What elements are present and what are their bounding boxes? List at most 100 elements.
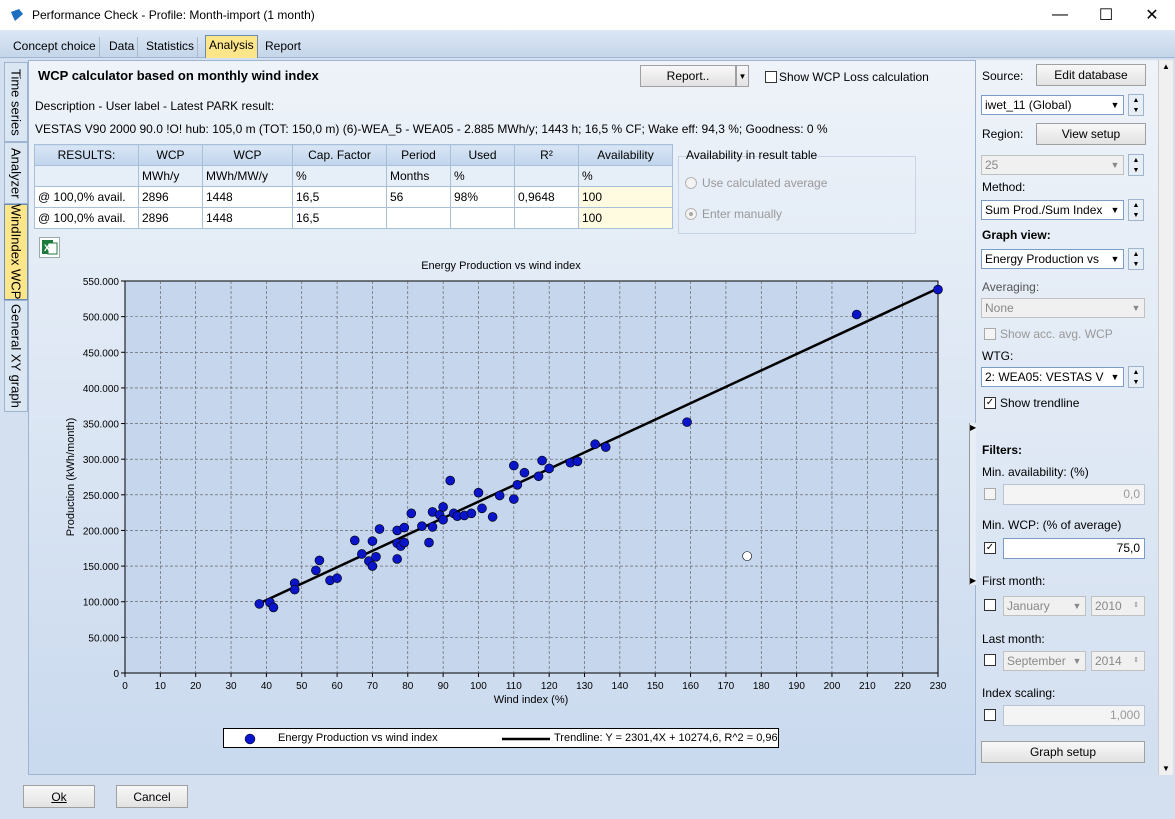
tab-concept-choice[interactable]: Concept choice <box>10 37 100 58</box>
x-tick-label: 80 <box>402 681 414 692</box>
side-tab-windindex-wcp[interactable]: WindIndex WCP <box>4 204 28 300</box>
last-month-select[interactable]: September ▼ <box>1003 651 1086 671</box>
averaging-select[interactable]: None ▼ <box>981 298 1145 318</box>
report-dropdown-arrow[interactable]: ▼ <box>736 65 749 87</box>
settings-panel: Source: Edit database iwet_11 (Global) ▼ … <box>976 60 1158 775</box>
ok-button[interactable]: Ok <box>23 785 95 808</box>
energy-vs-wind-index-chart: Energy Production vs wind index 0 10 20 30 4… <box>65 260 947 706</box>
index-scaling-label: Index scaling: <box>982 686 1056 700</box>
show-wcp-loss-checkbox[interactable] <box>765 71 777 83</box>
show-acc-avg-checkbox[interactable] <box>984 328 996 340</box>
side-tab-time-series[interactable]: Time series <box>4 62 28 142</box>
side-tab-general-xy-graph[interactable]: General XY graph <box>4 300 28 412</box>
maximize-button[interactable]: ☐ <box>1083 0 1129 30</box>
data-point <box>544 463 554 474</box>
table-cell: @ 100,0% avail. <box>34 207 139 229</box>
table-cell: 2896 <box>138 207 203 229</box>
tab-data[interactable]: Data <box>106 37 139 58</box>
data-point <box>600 442 611 452</box>
x-tick-label: 100 <box>470 681 487 692</box>
last-month-checkbox[interactable] <box>984 654 996 666</box>
y-tick-label: 150.000 <box>83 562 120 573</box>
graph-view-spinner[interactable]: ▲ ▼ <box>1128 248 1144 270</box>
source-spinner[interactable]: ▲ ▼ <box>1128 94 1144 116</box>
dialog-footer: Ok Cancel <box>0 775 1175 819</box>
first-month-checkbox[interactable] <box>984 599 996 611</box>
graph-setup-button[interactable]: Graph setup <box>981 741 1145 763</box>
data-point <box>254 599 265 609</box>
availability-cell[interactable]: 100 <box>578 186 673 208</box>
last-year-spinner[interactable]: 2014 ⇕ <box>1091 651 1145 671</box>
show-trendline-label: Show trendline <box>1000 396 1080 410</box>
tab-statistics[interactable]: Statistics <box>143 37 199 58</box>
source-select[interactable]: iwet_11 (Global) ▼ <box>981 95 1124 115</box>
cancel-button[interactable]: Cancel <box>116 785 188 808</box>
min-wcp-input[interactable]: 75,0 <box>1003 538 1145 559</box>
y-tick-label: 500.000 <box>83 313 120 324</box>
method-select[interactable]: Sum Prod./Sum Index ▼ <box>981 200 1124 220</box>
x-tick-label: 30 <box>225 681 237 692</box>
index-scaling-checkbox[interactable] <box>984 709 996 721</box>
header-results: RESULTS: <box>34 144 139 166</box>
data-point <box>445 475 456 486</box>
min-availability-label: Min. availability: (%) <box>982 465 1089 479</box>
graph-view-select[interactable]: Energy Production vs ▼ <box>981 249 1124 269</box>
minimize-button[interactable]: — <box>1037 0 1083 30</box>
min-wcp-checkbox[interactable]: ✓ <box>984 542 996 554</box>
report-button[interactable]: Report.. <box>640 65 736 87</box>
x-tick-label: 40 <box>261 681 273 692</box>
data-point <box>427 522 438 532</box>
wtg-spinner[interactable]: ▲ ▼ <box>1128 366 1144 388</box>
last-month-label: Last month: <box>982 632 1045 646</box>
enter-manually-radio[interactable] <box>685 208 697 220</box>
min-availability-input[interactable]: 0,0 <box>1003 484 1145 505</box>
settings-scrollbar[interactable]: ▲ ▼ <box>1158 60 1173 775</box>
data-point <box>466 508 477 519</box>
x-tick-label: 180 <box>753 681 770 692</box>
table-cell: 1448 <box>202 186 293 208</box>
table-row: @ 100,0% avail. 2896 1448 16,5 56 98% 0,… <box>34 186 673 208</box>
show-trendline-checkbox[interactable]: ✓ <box>984 397 996 409</box>
y-tick-label: 100.000 <box>83 598 120 609</box>
spinner-icon: ⇕ <box>1128 597 1144 615</box>
main-panel: WCP calculator based on monthly wind ind… <box>28 60 977 775</box>
unit-cell: % <box>450 165 515 187</box>
scroll-up-icon[interactable]: ▲ <box>1162 62 1170 71</box>
method-spinner[interactable]: ▲ ▼ <box>1128 199 1144 221</box>
first-year-spinner[interactable]: 2010 ⇕ <box>1091 596 1145 616</box>
y-tick-label: 400.000 <box>83 384 120 395</box>
x-tick-label: 160 <box>682 681 699 692</box>
availability-cell[interactable]: 100 <box>578 207 673 229</box>
use-calculated-average-radio[interactable] <box>685 177 697 189</box>
index-scaling-input[interactable]: 1,000 <box>1003 705 1145 726</box>
wtg-select[interactable]: 2: WEA05: VESTAS V ▼ <box>981 367 1124 387</box>
x-tick-label: 190 <box>788 681 805 692</box>
region-select[interactable]: 25 ▼ <box>981 155 1124 175</box>
min-availability-checkbox[interactable] <box>984 488 996 500</box>
side-tab-analyzer[interactable]: Analyzer <box>4 142 28 204</box>
graph-view-label: Graph view: <box>982 228 1051 242</box>
y-axis-ticks: 0 50.000 100.000 150.000 200.000 250.000 300.0… <box>83 277 125 680</box>
table-cell: 1448 <box>202 207 293 229</box>
region-spinner[interactable]: ▲ ▼ <box>1128 154 1144 176</box>
header-availability: Availability <box>578 144 673 166</box>
x-tick-label: 70 <box>367 681 379 692</box>
tab-analysis[interactable]: Analysis <box>205 35 258 58</box>
x-tick-label: 130 <box>576 681 593 692</box>
view-setup-button[interactable]: View setup <box>1036 123 1146 145</box>
x-tick-label: 210 <box>859 681 876 692</box>
chevron-down-icon: ▼ <box>1069 597 1085 615</box>
first-month-select[interactable]: January ▼ <box>1003 596 1086 616</box>
close-button[interactable]: ✕ <box>1129 0 1175 30</box>
x-tick-label: 220 <box>894 681 911 692</box>
data-point <box>933 284 943 295</box>
scroll-down-icon[interactable]: ▼ <box>1162 764 1170 773</box>
tab-report[interactable]: Report <box>262 37 304 58</box>
y-tick-label: 550.000 <box>83 277 120 288</box>
data-point <box>533 471 544 482</box>
enter-manually-label: Enter manually <box>702 207 783 221</box>
title-bar: Performance Check - Profile: Month-impor… <box>0 0 1175 30</box>
data-point <box>537 455 547 466</box>
edit-database-button[interactable]: Edit database <box>1036 64 1146 86</box>
legend-marker-icon <box>244 733 256 745</box>
